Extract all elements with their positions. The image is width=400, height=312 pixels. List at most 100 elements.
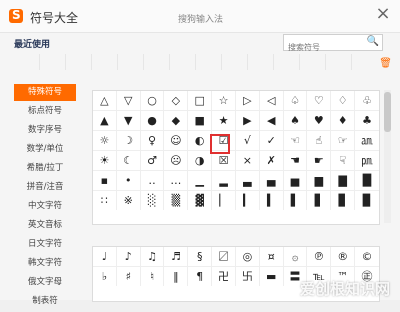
symbol-cell[interactable]: ℗ [307, 247, 332, 266]
symbol-cell[interactable]: ☽ [117, 131, 141, 150]
symbol-cell[interactable]: ▼ [117, 111, 141, 130]
category-item[interactable]: 标点符号 [14, 103, 76, 120]
symbol-cell[interactable]: ♀ [141, 131, 165, 150]
symbol-cell[interactable]: ▪ [93, 171, 117, 190]
symbol-cell[interactable]: ‥ [141, 171, 165, 190]
symbol-cell[interactable]: ☚ [284, 151, 308, 170]
category-item[interactable]: 特殊符号 [14, 84, 76, 101]
category-item[interactable]: 数字序号 [14, 122, 76, 139]
recent-slot[interactable] [274, 54, 300, 70]
symbol-cell[interactable]: ♪ [117, 247, 141, 266]
symbol-cell[interactable]: ■ [188, 111, 213, 130]
symbol-cell[interactable]: ◐ [188, 131, 213, 150]
symbol-cell[interactable]: ▏ [212, 191, 236, 210]
symbol-cell[interactable]: ▆ [307, 171, 332, 190]
category-item[interactable]: 俄文字母 [14, 274, 76, 291]
symbol-cell[interactable]: 〼 [212, 247, 236, 266]
symbol-cell[interactable]: ▓ [188, 191, 213, 210]
symbol-cell[interactable]: ▇ [331, 171, 356, 190]
recent-slot[interactable] [66, 54, 92, 70]
symbol-cell[interactable]: ▌ [284, 191, 308, 210]
symbol-cell[interactable]: ◎ [236, 247, 260, 266]
symbol-cell[interactable]: ▃ [236, 171, 260, 190]
symbol-cell[interactable]: ♂ [141, 151, 165, 170]
recent-slot[interactable] [222, 54, 248, 70]
search-icon[interactable]: 🔍 [367, 36, 379, 47]
category-item[interactable]: 韩文字符 [14, 255, 76, 272]
recent-slot[interactable] [326, 54, 352, 70]
symbol-cell[interactable]: ☟ [331, 151, 356, 170]
symbol-cell[interactable]: 卍 [212, 267, 236, 286]
grid-scrollbar[interactable] [384, 90, 391, 223]
search-box[interactable]: 🔍 [283, 34, 383, 54]
recent-slot[interactable] [118, 54, 144, 70]
symbol-cell[interactable]: ☀ [93, 151, 117, 170]
symbol-cell[interactable]: ▶ [236, 111, 260, 130]
symbol-cell[interactable]: ◑ [188, 151, 213, 170]
recent-slot[interactable] [144, 54, 170, 70]
symbol-cell[interactable]: ¶ [188, 267, 213, 286]
symbol-cell[interactable]: ○ [141, 91, 165, 110]
symbol-cell[interactable]: ㏂ [355, 131, 379, 150]
category-item[interactable]: 中文字符 [14, 198, 76, 215]
symbol-cell[interactable]: ♩ [93, 247, 117, 266]
symbol-cell[interactable]: ☹ [164, 151, 189, 170]
recent-slot[interactable] [40, 54, 66, 70]
symbol-cell[interactable]: ☼ [93, 131, 117, 150]
recent-slot[interactable] [92, 54, 118, 70]
symbol-cell[interactable]: ▅ [284, 171, 308, 190]
recent-slot[interactable] [248, 54, 274, 70]
symbol-cell[interactable]: ♭ [93, 267, 117, 286]
symbol-cell[interactable]: ▋ [307, 191, 332, 210]
symbol-cell[interactable]: √ [236, 131, 260, 150]
symbol-cell[interactable]: ✗ [260, 151, 284, 170]
symbol-cell[interactable]: ▉ [355, 191, 379, 210]
symbol-cell[interactable]: ‖ [164, 267, 189, 286]
symbol-cell[interactable]: ◁ [260, 91, 284, 110]
symbol-cell[interactable]: 卐 [236, 267, 260, 286]
recent-slot[interactable] [300, 54, 326, 70]
symbol-cell[interactable]: ♤ [284, 91, 308, 110]
symbol-cell[interactable]: ▊ [331, 191, 356, 210]
symbol-cell[interactable]: ☛ [307, 151, 332, 170]
symbol-cell[interactable]: ◇ [164, 91, 189, 110]
symbol-cell[interactable]: ▂ [212, 171, 236, 190]
symbol-cell[interactable]: ☜ [284, 131, 308, 150]
symbol-cell[interactable]: ☆ [212, 91, 236, 110]
symbol-cell[interactable]: ▬ [260, 267, 284, 286]
symbol-cell[interactable]: … [164, 171, 189, 190]
symbol-cell[interactable]: ◆ [164, 111, 189, 130]
symbol-cell[interactable]: ♮ [141, 267, 165, 286]
symbol-cell[interactable]: ▒ [164, 191, 189, 210]
symbol-cell[interactable]: ♬ [164, 247, 189, 266]
symbol-cell[interactable]: • [117, 171, 141, 190]
symbol-cell[interactable]: ● [141, 111, 165, 130]
symbol-cell[interactable]: ☾ [117, 151, 141, 170]
symbol-cell[interactable]: ★ [212, 111, 236, 130]
recent-slot[interactable] [14, 54, 40, 70]
symbol-cell[interactable]: ♠ [284, 111, 308, 130]
symbol-cell[interactable]: ® [331, 247, 356, 266]
symbol-cell[interactable]: ※ [117, 191, 141, 210]
category-item[interactable]: 希腊/拉丁 [14, 160, 76, 177]
symbol-cell[interactable]: § [188, 247, 213, 266]
symbol-cell[interactable]: © [355, 247, 379, 266]
symbol-cell[interactable]: ☞ [331, 131, 356, 150]
symbol-cell[interactable]: ▄ [260, 171, 284, 190]
symbol-cell[interactable]: ▎ [236, 191, 260, 210]
recent-slot[interactable] [196, 54, 222, 70]
category-item[interactable]: 拼音/注音 [14, 179, 76, 196]
symbol-cell[interactable]: ♦ [331, 111, 356, 130]
symbol-cell[interactable]: ♧ [355, 91, 379, 110]
category-item[interactable]: 制表符 [14, 293, 76, 310]
symbol-cell[interactable]: ㏘ [355, 151, 379, 170]
category-item[interactable]: 英文音标 [14, 217, 76, 234]
symbol-cell[interactable]: ▽ [117, 91, 141, 110]
symbol-cell[interactable]: ░ [141, 191, 165, 210]
recent-slot[interactable] [170, 54, 196, 70]
search-input[interactable] [284, 41, 366, 54]
trash-icon[interactable]: 🗑 [379, 58, 392, 69]
symbol-cell[interactable]: ۞ [284, 247, 308, 266]
category-item[interactable]: 日文字符 [14, 236, 76, 253]
symbol-cell[interactable]: ▷ [236, 91, 260, 110]
